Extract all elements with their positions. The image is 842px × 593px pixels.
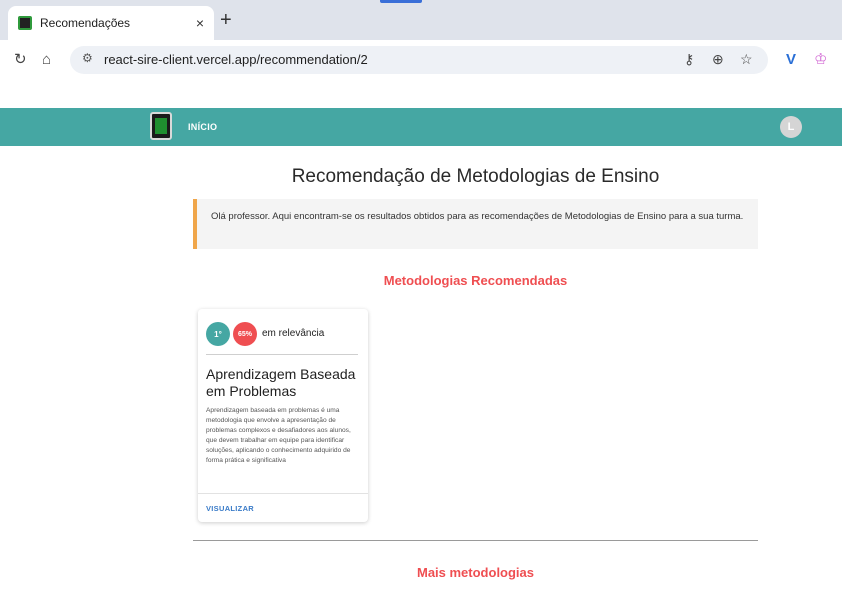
card-divider (206, 354, 358, 355)
view-button[interactable]: VISUALIZAR (206, 504, 254, 513)
browser-tabstrip: Recomendações × + (0, 0, 842, 40)
recommended-heading: Metodologias Recomendadas (383, 273, 568, 288)
relevance-label: em relevância (262, 328, 325, 339)
address-bar[interactable]: ⚙ react-sire-client.vercel.app/recommend… (70, 46, 768, 74)
info-message: Olá professor. Aqui encontram-se os resu… (193, 199, 758, 249)
tab-indicator (380, 0, 422, 3)
url-text[interactable]: react-sire-client.vercel.app/recommendat… (104, 52, 368, 67)
password-key-icon[interactable]: ⚷ (684, 51, 694, 68)
close-tab-icon[interactable]: × (196, 15, 204, 31)
percent-badge: 65% (233, 322, 257, 346)
home-icon[interactable]: ⌂ (42, 50, 51, 70)
nav-home-link[interactable]: INÍCIO (188, 122, 217, 132)
methodology-card: 1° 65% em relevância Aprendizagem Basead… (198, 309, 368, 522)
app-header (0, 108, 842, 146)
rank-badge: 1° (206, 322, 230, 346)
site-info-icon[interactable]: ⚙ (82, 51, 93, 65)
favicon-icon (18, 16, 32, 30)
user-avatar[interactable]: L (780, 116, 802, 138)
card-action-divider (198, 493, 368, 494)
extension-crown-icon[interactable]: ♔ (814, 50, 827, 70)
app-logo-icon[interactable] (150, 112, 172, 140)
tab-title: Recomendações (40, 16, 131, 30)
page-title: Recomendação de Metodologias de Ensino (291, 166, 660, 187)
new-tab-button[interactable]: + (220, 10, 232, 30)
card-title: Aprendizagem Baseada em Problemas (206, 366, 356, 399)
reload-icon[interactable]: ↻ (14, 50, 27, 70)
more-methodologies-heading: Mais metodologias (416, 565, 535, 580)
extension-v-icon[interactable]: V (786, 50, 796, 70)
browser-tab[interactable]: Recomendações × (8, 6, 214, 40)
zoom-icon[interactable]: ⊕ (712, 51, 724, 68)
bookmark-star-icon[interactable]: ☆ (740, 51, 753, 68)
card-description: Aprendizagem baseada em problemas é uma … (206, 407, 351, 464)
section-divider (193, 540, 758, 541)
